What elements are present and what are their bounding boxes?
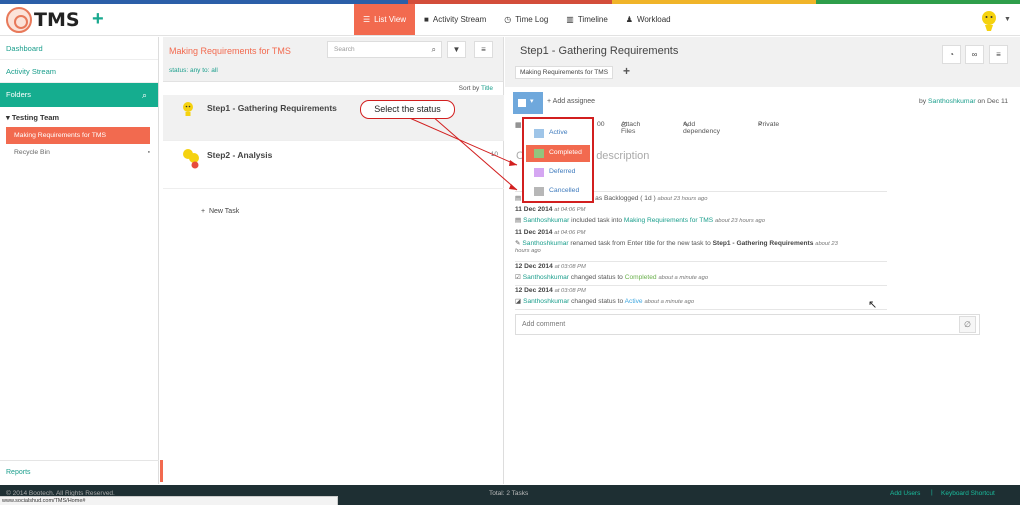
browser-status-url: www.socialshud.com/TMS/Home# <box>0 496 338 505</box>
add-users-link[interactable]: Add Users <box>890 490 920 497</box>
total-tasks: Total: 2 Tasks <box>489 490 529 497</box>
mouse-cursor-icon: ↖ <box>868 299 878 311</box>
callout-arrows <box>404 115 518 191</box>
keyboard-shortcut-link[interactable]: Keyboard Shortcut <box>941 490 995 497</box>
footer-separator: | <box>931 489 933 496</box>
callout-annotation: Select the status <box>360 100 455 119</box>
